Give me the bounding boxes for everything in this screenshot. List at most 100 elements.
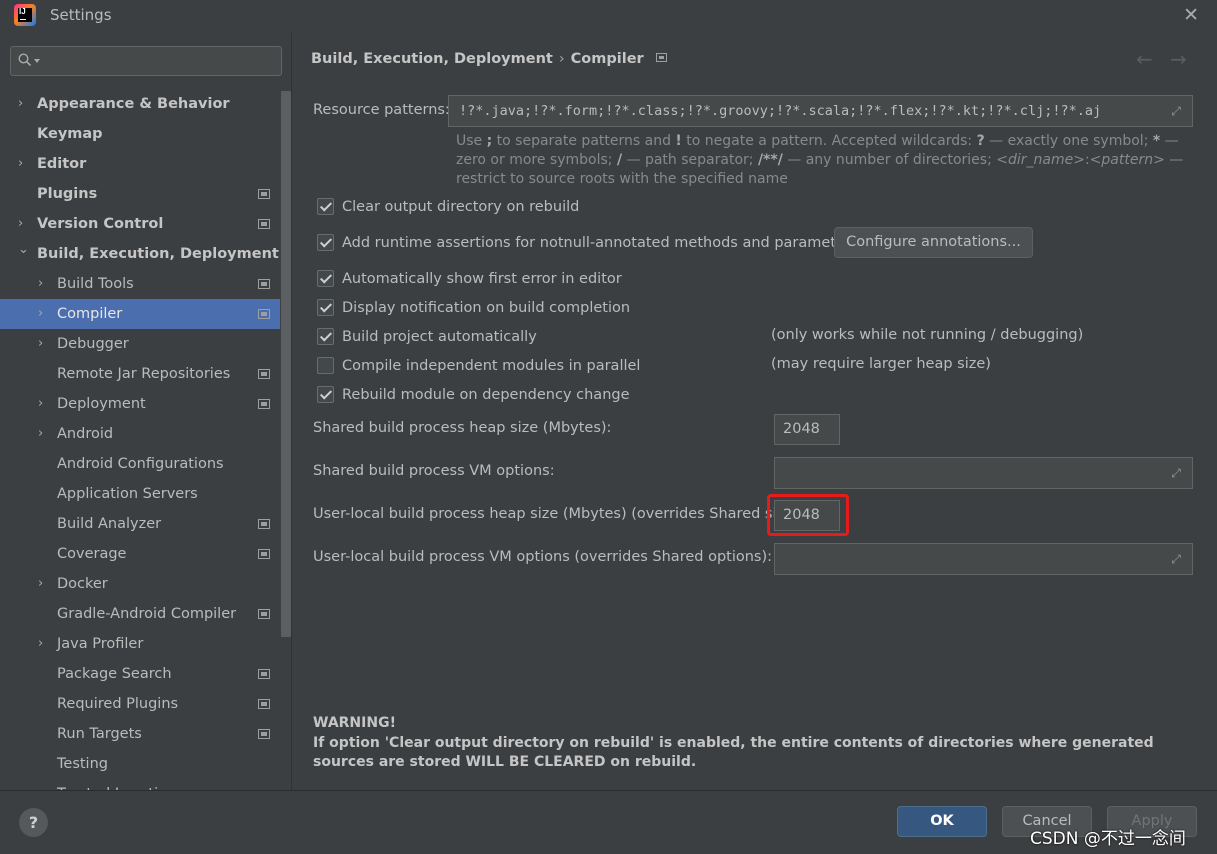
shared-heap-label: Shared build process heap size (Mbytes):	[313, 420, 612, 436]
checkbox-label[interactable]: Compile independent modules in parallel	[342, 355, 640, 377]
hint-fragment: /**/	[757, 152, 783, 168]
sidebar-item-label: Testing	[57, 756, 108, 772]
option-note: (may require larger heap size)	[771, 356, 991, 372]
sidebar-item-debugger[interactable]: › Debugger	[0, 329, 280, 359]
checkbox-label[interactable]: Rebuild module on dependency change	[342, 384, 630, 406]
project-scope-icon	[258, 399, 270, 409]
sidebar-item-label: Android Configurations	[57, 456, 224, 472]
sidebar-item-plugins[interactable]: Plugins	[0, 179, 280, 209]
user-heap-label: User-local build process heap size (Mbyt…	[313, 506, 804, 522]
chevron-right-icon[interactable]: ›	[38, 419, 43, 449]
resource-patterns-hint: Use ; to separate patterns and ! to nega…	[456, 132, 1201, 189]
checkbox-label[interactable]: Automatically show first error in editor	[342, 268, 622, 290]
sidebar-item-label: Remote Jar Repositories	[57, 366, 231, 382]
expand-icon[interactable]: ⤢	[1169, 552, 1183, 566]
hint-fragment: ?	[976, 133, 985, 149]
sidebar-item-gradle-android-compiler[interactable]: Gradle-Android Compiler	[0, 599, 280, 629]
hint-fragment: to negate a pattern. Accepted wildcards:	[681, 133, 977, 149]
chevron-down-icon[interactable]: ⌄	[18, 235, 29, 265]
settings-search-input[interactable]	[10, 46, 282, 76]
checkbox-label[interactable]: Add runtime assertions for notnull-annot…	[342, 232, 858, 254]
project-scope-icon	[258, 189, 270, 199]
checkbox-label[interactable]: Display notification on build completion	[342, 297, 630, 319]
configure-annotations-button[interactable]: Configure annotations...	[834, 227, 1033, 258]
hint-fragment: Use	[456, 133, 487, 149]
expand-icon[interactable]: ⤢	[1169, 466, 1183, 480]
help-button[interactable]: ?	[19, 808, 48, 837]
sidebar-item-application-servers[interactable]: Application Servers	[0, 479, 280, 509]
chevron-right-icon[interactable]: ›	[38, 269, 43, 299]
sidebar-item-version-control[interactable]: › Version Control	[0, 209, 280, 239]
hint-fragment: to separate patterns and	[492, 133, 676, 149]
sidebar-item-label: Build Tools	[57, 276, 134, 292]
shared-vm-input[interactable]: ⤢	[774, 457, 1193, 489]
chevron-right-icon[interactable]: ›	[18, 89, 23, 119]
sidebar-item-label: Java Profiler	[57, 636, 144, 652]
forward-arrow-icon[interactable]: →	[1170, 47, 1187, 71]
settings-tree: › Appearance & Behavior Keymap › Editor Plugi…	[0, 89, 280, 790]
project-scope-icon	[258, 699, 270, 709]
sidebar-item-testing[interactable]: Testing	[0, 749, 280, 779]
sidebar-item-editor[interactable]: › Editor	[0, 149, 280, 179]
user-vm-label: User-local build process VM options (ove…	[313, 549, 773, 565]
chevron-right-icon[interactable]: ›	[38, 329, 43, 359]
settings-sidebar: › Appearance & Behavior Keymap › Editor Plugi…	[0, 33, 292, 790]
checkbox-label[interactable]: Clear output directory on rebuild	[342, 196, 579, 218]
sidebar-item-label: Compiler	[57, 306, 123, 322]
back-arrow-icon[interactable]: ←	[1136, 47, 1153, 71]
sidebar-item-label: Build, Execution, Deployment	[37, 246, 279, 262]
search-dropdown-icon	[34, 59, 40, 63]
checkbox[interactable]	[317, 328, 334, 345]
checkbox[interactable]	[317, 386, 334, 403]
hint-fragment: — any number of directories;	[782, 152, 997, 168]
chevron-right-icon[interactable]: ›	[38, 569, 43, 599]
sidebar-item-label: Debugger	[57, 336, 129, 352]
close-icon[interactable]: ✕	[1183, 4, 1199, 26]
user-vm-input[interactable]: ⤢	[774, 543, 1193, 575]
sidebar-item-label: Gradle-Android Compiler	[57, 606, 237, 622]
sidebar-item-label: Android	[57, 426, 114, 442]
checkbox[interactable]	[317, 299, 334, 316]
breadcrumb-parent[interactable]: Build, Execution, Deployment	[311, 51, 553, 67]
hint-fragment: <dir_name>	[996, 152, 1085, 168]
sidebar-item-android[interactable]: › Android	[0, 419, 280, 449]
chevron-right-icon[interactable]: ›	[38, 629, 43, 659]
sidebar-item-run-targets[interactable]: Run Targets	[0, 719, 280, 749]
sidebar-item-trusted-locations[interactable]: Trusted Locations	[0, 779, 280, 790]
chevron-right-icon[interactable]: ›	[38, 299, 43, 329]
resource-patterns-field[interactable]: !?*.java;!?*.form;!?*.class;!?*.groovy;!…	[448, 95, 1193, 127]
sidebar-item-compiler[interactable]: › Compiler	[0, 299, 280, 329]
expand-icon[interactable]: ⤢	[1169, 104, 1183, 118]
sidebar-item-build-analyzer[interactable]: Build Analyzer	[0, 509, 280, 539]
checkbox[interactable]	[317, 198, 334, 215]
red-highlight-box	[767, 494, 849, 536]
sidebar-item-build-tools[interactable]: › Build Tools	[0, 269, 280, 299]
ok-button[interactable]: OK	[897, 806, 987, 837]
sidebar-item-deployment[interactable]: › Deployment	[0, 389, 280, 419]
sidebar-item-java-profiler[interactable]: › Java Profiler	[0, 629, 280, 659]
title-bar: Settings ✕	[0, 0, 1217, 30]
project-scope-icon	[258, 219, 270, 229]
breadcrumb-separator: ›	[558, 51, 565, 67]
chevron-right-icon[interactable]: ›	[38, 389, 43, 419]
sidebar-item-appearance-behavior[interactable]: › Appearance & Behavior	[0, 89, 280, 119]
checkbox-label[interactable]: Build project automatically	[342, 326, 537, 348]
sidebar-item-coverage[interactable]: Coverage	[0, 539, 280, 569]
sidebar-item-required-plugins[interactable]: Required Plugins	[0, 689, 280, 719]
csdn-watermark: CSDN @不过一念间	[1030, 829, 1186, 849]
chevron-right-icon[interactable]: ›	[18, 149, 23, 179]
sidebar-item-remote-jar-repositories[interactable]: Remote Jar Repositories	[0, 359, 280, 389]
checkbox[interactable]	[317, 270, 334, 287]
shared-heap-input[interactable]: 2048	[774, 414, 840, 445]
hint-fragment: — path separator;	[622, 152, 758, 168]
sidebar-item-label: Package Search	[57, 666, 172, 682]
checkbox[interactable]	[317, 234, 334, 251]
sidebar-item-keymap[interactable]: Keymap	[0, 119, 280, 149]
sidebar-item-android-configurations[interactable]: Android Configurations	[0, 449, 280, 479]
sidebar-item-docker[interactable]: › Docker	[0, 569, 280, 599]
project-scope-icon	[258, 549, 270, 559]
sidebar-scrollbar[interactable]	[281, 91, 291, 637]
sidebar-item-package-search[interactable]: Package Search	[0, 659, 280, 689]
checkbox[interactable]	[317, 357, 334, 374]
sidebar-item-build-execution-deployment[interactable]: ⌄ Build, Execution, Deployment	[0, 239, 280, 269]
